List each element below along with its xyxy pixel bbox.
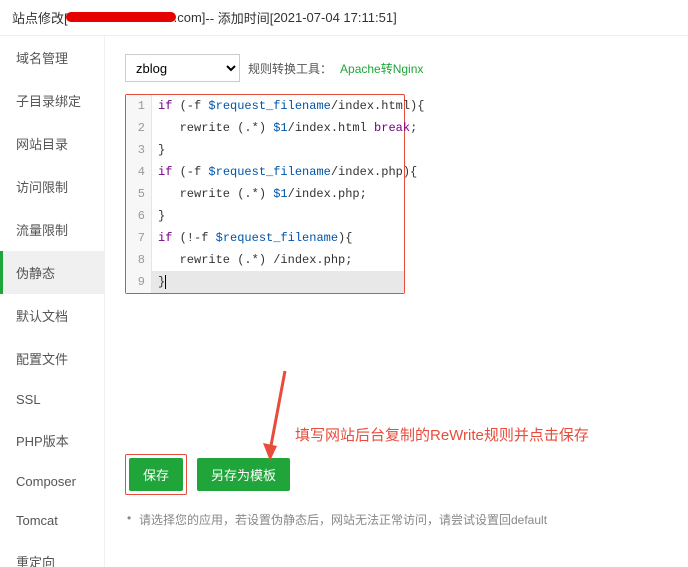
code-line: 3} — [126, 139, 404, 161]
title-addtime: 2021-07-04 17:11:51 — [273, 10, 393, 25]
line-number: 6 — [126, 205, 152, 227]
line-content: rewrite (.*) $1/index.php; — [152, 183, 404, 205]
sidebar-item-4[interactable]: 流量限制 — [0, 208, 104, 251]
button-row: 保存 另存为模板 — [125, 454, 668, 495]
line-content: } — [152, 205, 404, 227]
code-line: 1if (-f $request_filename/index.html){ — [126, 95, 404, 117]
sidebar-item-8[interactable]: SSL — [0, 380, 104, 419]
title-domain-suffix: .com] — [174, 10, 206, 25]
redacted-domain — [66, 12, 176, 22]
line-content: } — [152, 271, 404, 293]
title-prefix: 站点修改[ — [12, 8, 68, 27]
save-button[interactable]: 保存 — [129, 458, 183, 491]
sidebar: 域名管理子目录绑定网站目录访问限制流量限制伪静态默认文档配置文件SSLPHP版本… — [0, 36, 105, 567]
sidebar-item-5[interactable]: 伪静态 — [0, 251, 104, 294]
line-content: } — [152, 139, 404, 161]
text-cursor — [165, 275, 166, 289]
sidebar-item-3[interactable]: 访问限制 — [0, 165, 104, 208]
convert-link[interactable]: Apache转Nginx — [340, 60, 423, 77]
save-template-button[interactable]: 另存为模板 — [197, 458, 290, 491]
main-panel: zblog 规则转换工具： Apache转Nginx 1if (-f $requ… — [105, 36, 688, 567]
code-editor-highlight-box: 1if (-f $request_filename/index.html){2 … — [125, 94, 405, 294]
sidebar-item-6[interactable]: 默认文档 — [0, 294, 104, 337]
toolbar: zblog 规则转换工具： Apache转Nginx — [125, 54, 668, 82]
line-content: rewrite (.*) $1/index.html break; — [152, 117, 423, 139]
sidebar-item-2[interactable]: 网站目录 — [0, 122, 104, 165]
convert-label: 规则转换工具： — [248, 60, 332, 77]
sidebar-item-12[interactable]: 重定向 — [0, 540, 104, 567]
line-content: if (-f $request_filename/index.html){ — [152, 95, 430, 117]
line-number: 3 — [126, 139, 152, 161]
sidebar-item-7[interactable]: 配置文件 — [0, 337, 104, 380]
code-line: 2 rewrite (.*) $1/index.html break; — [126, 117, 404, 139]
line-content: if (!-f $request_filename){ — [152, 227, 404, 249]
line-number: 9 — [126, 271, 152, 293]
line-content: if (-f $request_filename/index.php){ — [152, 161, 423, 183]
sidebar-item-9[interactable]: PHP版本 — [0, 419, 104, 462]
sidebar-item-10[interactable]: Composer — [0, 462, 104, 501]
sidebar-item-11[interactable]: Tomcat — [0, 501, 104, 540]
line-number: 4 — [126, 161, 152, 183]
line-number: 8 — [126, 249, 152, 271]
preset-select[interactable]: zblog — [125, 54, 240, 82]
code-editor[interactable]: 1if (-f $request_filename/index.html){2 … — [126, 95, 404, 293]
annotation-text: 填写网站后台复制的ReWrite规则并点击保存 — [295, 424, 589, 445]
code-line: 5 rewrite (.*) $1/index.php; — [126, 183, 404, 205]
hint-text: 请选择您的应用，若设置伪静态后，网站无法正常访问，请尝试设置回default — [125, 511, 668, 528]
line-content: rewrite (.*) /index.php; — [152, 249, 404, 271]
dialog-title: 站点修改[ .com] -- 添加时间[2021-07-04 17:11:51] — [0, 0, 688, 36]
sidebar-item-0[interactable]: 域名管理 — [0, 36, 104, 79]
save-button-highlight: 保存 — [125, 454, 187, 495]
code-line: 9} — [126, 271, 404, 293]
title-suffix: ] — [393, 10, 397, 25]
code-line: 8 rewrite (.*) /index.php; — [126, 249, 404, 271]
sidebar-item-1[interactable]: 子目录绑定 — [0, 79, 104, 122]
code-line: 6} — [126, 205, 404, 227]
line-number: 5 — [126, 183, 152, 205]
title-addtime-label: -- 添加时间[ — [205, 8, 273, 27]
line-number: 7 — [126, 227, 152, 249]
code-line: 4if (-f $request_filename/index.php){ — [126, 161, 404, 183]
line-number: 1 — [126, 95, 152, 117]
code-line: 7if (!-f $request_filename){ — [126, 227, 404, 249]
line-number: 2 — [126, 117, 152, 139]
